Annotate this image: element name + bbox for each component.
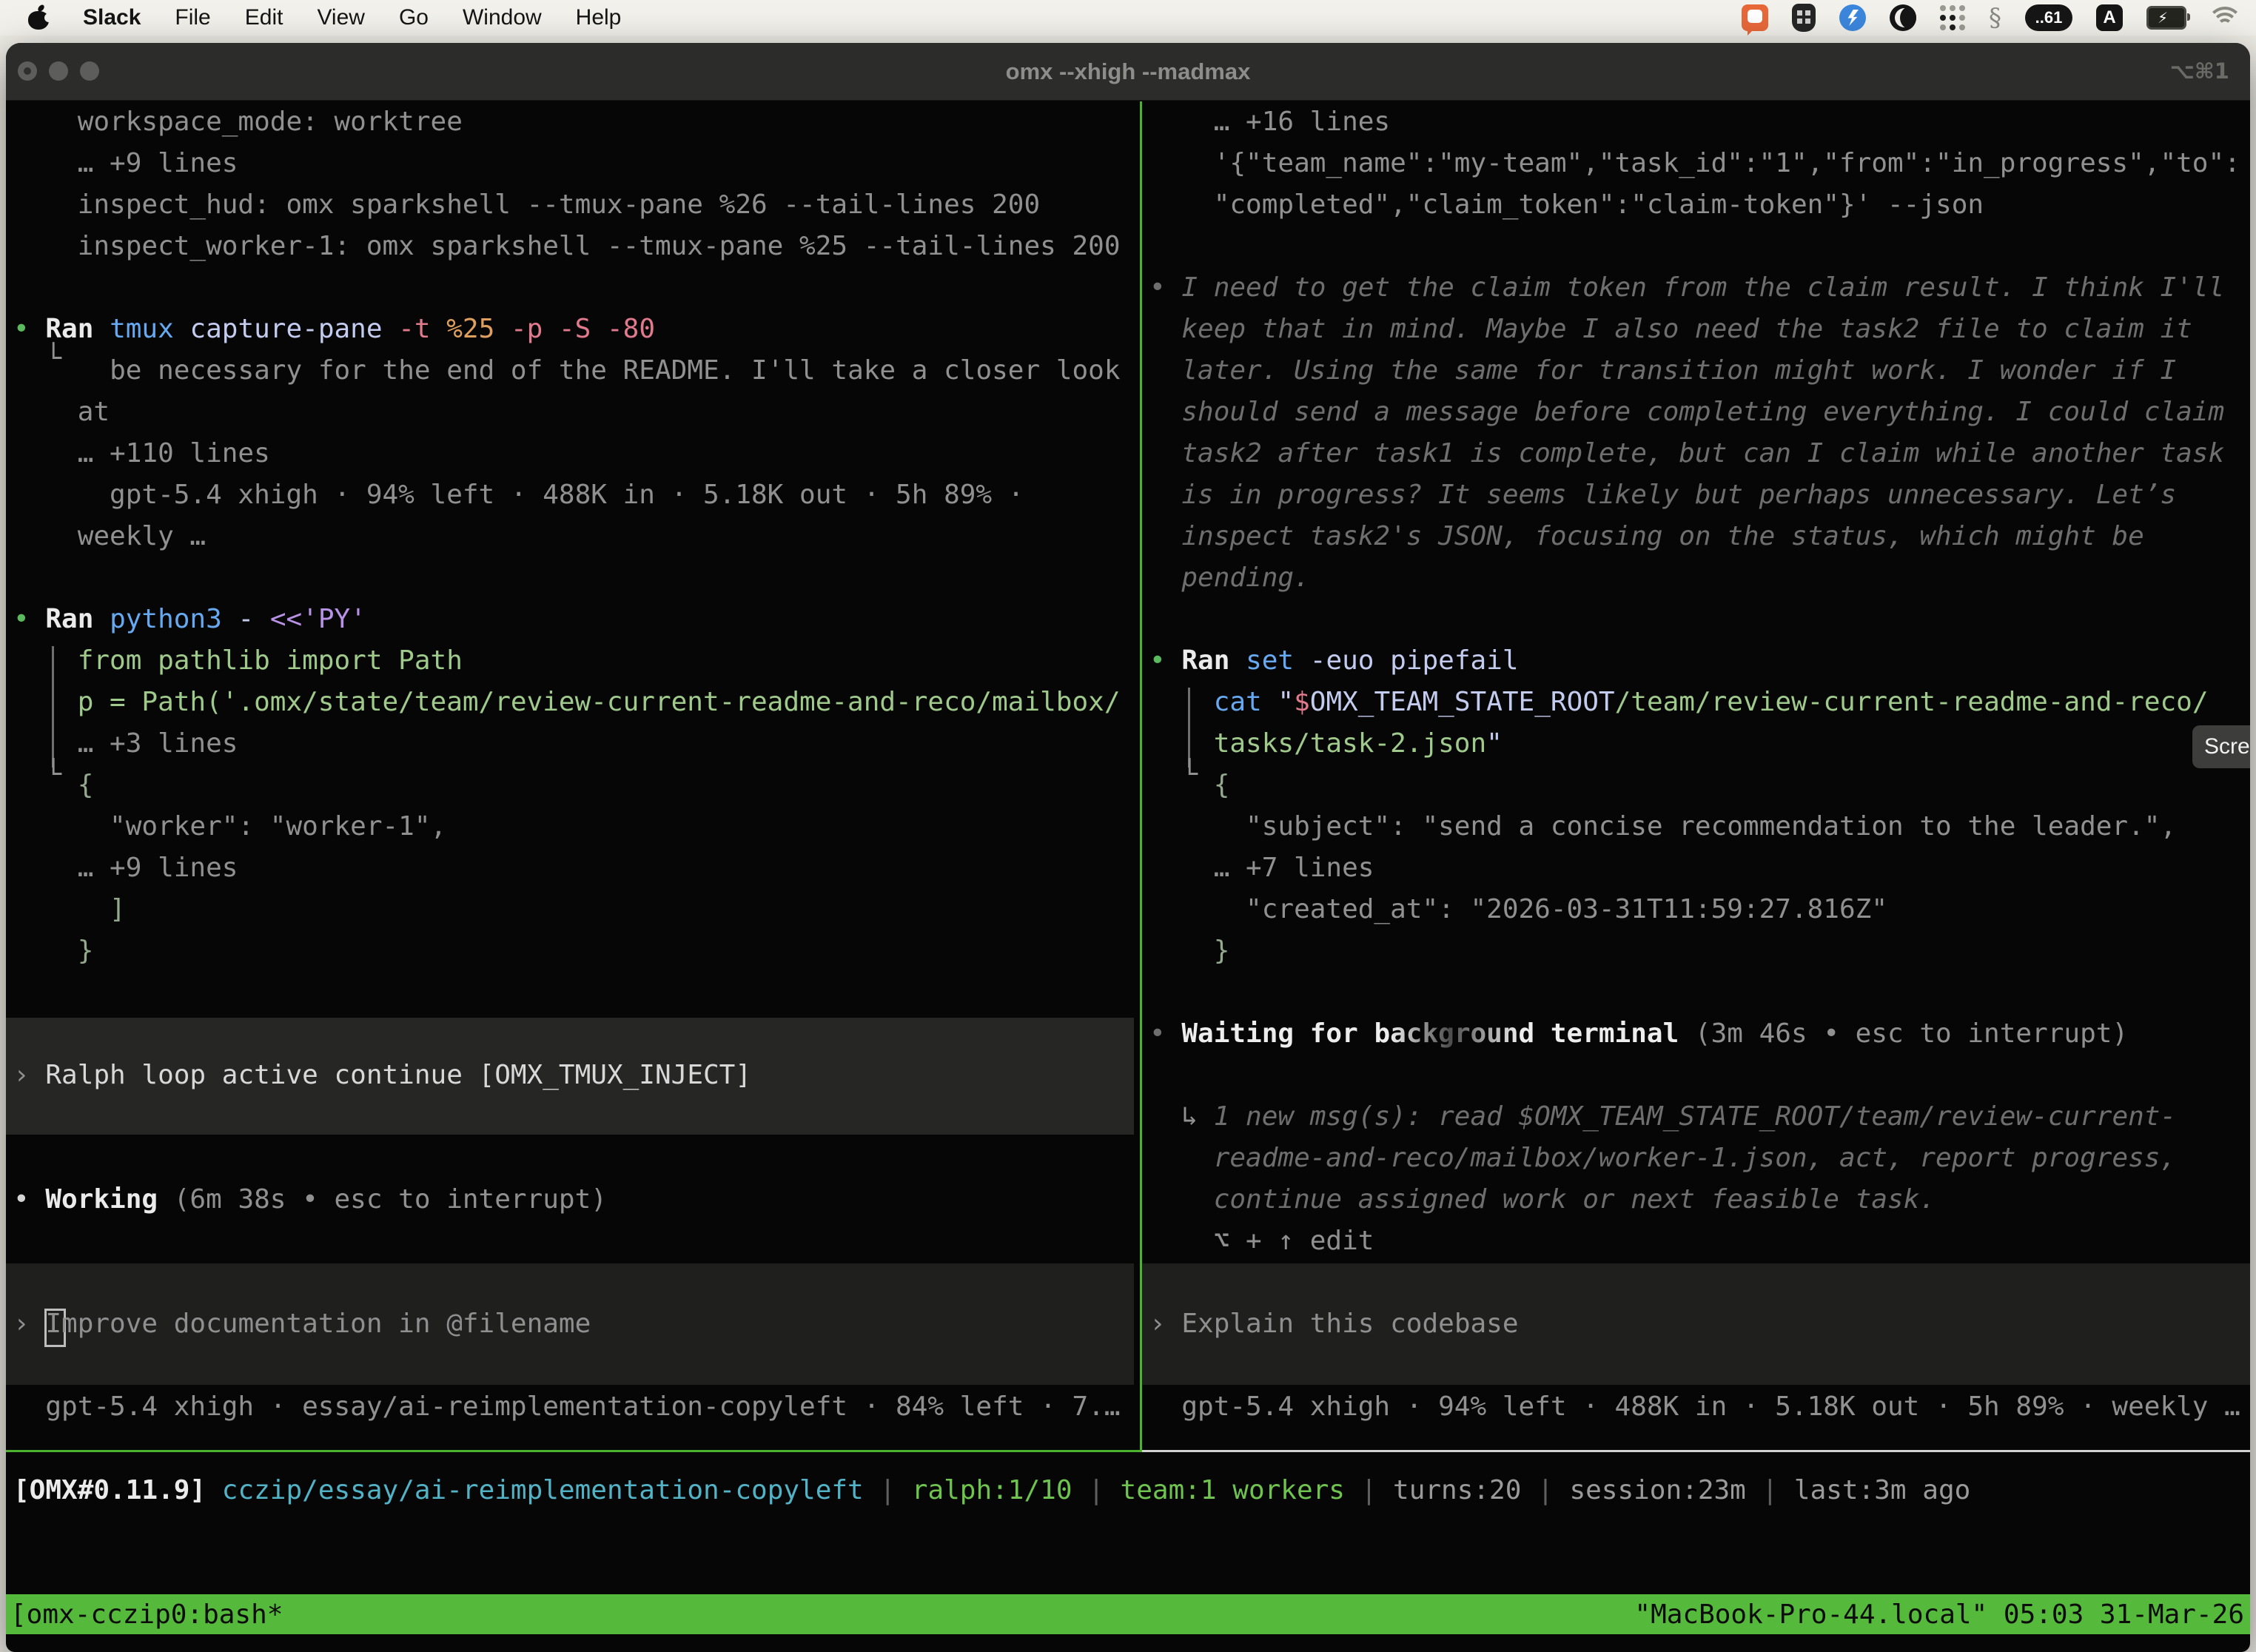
terminal-line: gpt-5.4 xhigh · essay/ai-reimplementatio…: [13, 1386, 1121, 1428]
terminal-line: ]: [13, 889, 126, 930]
battery-charging-icon[interactable]: ⚡: [2146, 6, 2186, 30]
tmux-host-clock: "MacBook-Pro-44.local" 05:03 31-Mar-26: [1634, 1599, 2250, 1630]
window-titlebar[interactable]: omx --xhigh --madmax ⌥⌘1: [6, 43, 2250, 101]
terminal-line: }: [13, 930, 93, 972]
terminal-line: ⌥ + ↑ edit: [1149, 1220, 1374, 1262]
terminal-line: … +7 lines: [1149, 847, 1374, 889]
terminal-window: omx --xhigh --madmax ⌥⌘1 workspace_mode:…: [6, 43, 2250, 1652]
terminal-line: workspace_mode: worktree: [13, 101, 463, 143]
terminal-line: • Waiting for background terminal (3m 46…: [1149, 1013, 2128, 1055]
chat-app-icon[interactable]: [1742, 4, 1768, 31]
omx-status-line: [OMX#0.11.9] cczip/essay/ai-reimplementa…: [6, 1470, 2250, 1511]
terminal-line: • Ran python3 - <<'PY': [13, 599, 366, 640]
crescent-app-icon[interactable]: [1890, 4, 1916, 31]
terminal-line: '{"team_name":"my-team","task_id":"1","f…: [1149, 143, 2240, 184]
wifi-icon[interactable]: [2210, 7, 2240, 29]
terminal-line: "created_at": "2026-03-31T11:59:27.816Z": [1149, 889, 1887, 930]
tmux-pane-divider[interactable]: [1140, 101, 1142, 1452]
terminal-line: "completed","claim_token":"claim-token"}…: [1149, 184, 1984, 226]
terminal-line: "worker": "worker-1",: [13, 806, 446, 847]
terminal-line: ↳ 1 new msg(s): read $OMX_TEAM_STATE_ROO…: [1149, 1096, 2176, 1138]
terminal-line: inspect_worker-1: omx sparkshell --tmux-…: [13, 226, 1121, 267]
terminal-line: inspect task2's JSON, focusing on the st…: [1149, 516, 2144, 557]
terminal-line: … +3 lines: [13, 723, 238, 765]
terminal-line: "subject": "send a concise recommendatio…: [1149, 806, 2176, 847]
terminal-line: task2 after task1 is complete, but can I…: [1149, 433, 2224, 474]
terminal-line: › Improve documentation in @filename: [13, 1303, 591, 1345]
count-badge[interactable]: ..61: [2025, 4, 2072, 31]
a-badge-icon[interactable]: A: [2096, 4, 2123, 31]
terminal-line: p = Path('.omx/state/team/review-current…: [13, 682, 1121, 723]
apple-menu-icon[interactable]: [28, 6, 49, 30]
menu-window[interactable]: Window: [463, 5, 542, 30]
screen-tooltip: Scre: [2192, 725, 2250, 768]
menu-app-name[interactable]: Slack: [83, 5, 141, 30]
terminal-line: • Ran tmux capture-pane -t %25 -p -S -80: [13, 309, 655, 350]
terminal-line: … +16 lines: [1149, 101, 1390, 143]
terminal-line: gpt-5.4 xhigh · 94% left · 488K in · 5.1…: [13, 474, 1024, 516]
menu-file[interactable]: File: [175, 5, 210, 30]
terminal-line: continue assigned work or next feasible …: [1149, 1179, 1936, 1220]
terminal-line: └ {: [13, 765, 93, 806]
shield-grid-icon[interactable]: [1792, 4, 1816, 32]
blue-badge-icon[interactable]: [1839, 4, 1866, 31]
terminal-line: }: [1149, 930, 1229, 972]
window-shortcut-badge: ⌥⌘1: [2169, 43, 2229, 100]
terminal-line: from pathlib import Path: [13, 640, 463, 682]
left-pane-border: [6, 1450, 1140, 1452]
terminal-line: readme-and-reco/mailbox/worker-1.json, a…: [1149, 1138, 2176, 1179]
terminal-line: › Explain this codebase: [1149, 1303, 1519, 1345]
terminal-line: └ be necessary for the end of the README…: [13, 350, 1121, 392]
terminal-line: • I need to get the claim token from the…: [1149, 267, 2224, 309]
terminal-line: gpt-5.4 xhigh · 94% left · 488K in · 5.1…: [1149, 1386, 2240, 1428]
desktop: { "palette":{ "green_tmux":"#55b93b", "g…: [0, 0, 2256, 1652]
terminal-line: weekly …: [13, 516, 206, 557]
squiggle-icon[interactable]: §: [1989, 3, 2001, 33]
terminal-line: … +9 lines: [13, 143, 238, 184]
terminal-line: [OMX#0.11.9] cczip/essay/ai-reimplementa…: [13, 1470, 1970, 1511]
menu-help[interactable]: Help: [576, 5, 622, 30]
right-terminal-pane[interactable]: … +16 lines '{"team_name":"my-team","tas…: [1142, 101, 2250, 1450]
terminal-line: • Ran set -euo pipefail: [1149, 640, 1519, 682]
menu-bar: Slack File Edit View Go Window Help § ..…: [0, 0, 2256, 36]
terminal-line: tasks/task-2.json": [1149, 723, 1503, 765]
terminal-line: is in progress? It seems likely but perh…: [1149, 474, 2176, 516]
window-title: omx --xhigh --madmax: [6, 43, 2250, 100]
dots-grid-icon[interactable]: [1940, 5, 1965, 30]
terminal-line: keep that in mind. Maybe I also need the…: [1149, 309, 2192, 350]
terminal-line: should send a message before completing …: [1149, 392, 2224, 433]
menu-view[interactable]: View: [317, 5, 364, 30]
terminal-line: › Ralph loop active continue [OMX_TMUX_I…: [13, 1055, 751, 1096]
terminal-line: … +110 lines: [13, 433, 270, 474]
terminal-line: at: [13, 392, 110, 433]
menu-go[interactable]: Go: [399, 5, 429, 30]
tmux-status-bar: [omx-cczip0:bash* "MacBook-Pro-44.local"…: [6, 1594, 2250, 1634]
left-terminal-pane[interactable]: workspace_mode: worktree … +9 lines insp…: [6, 101, 1140, 1450]
tmux-session-name[interactable]: [omx-cczip0:bash*: [6, 1599, 283, 1630]
terminal-line: later. Using the same for transition mig…: [1149, 350, 2176, 392]
terminal-line: … +9 lines: [13, 847, 238, 889]
terminal-line: cat "$OMX_TEAM_STATE_ROOT/team/review-cu…: [1149, 682, 2209, 723]
right-pane-border: [1142, 1450, 2250, 1452]
terminal-line: pending.: [1149, 557, 1310, 599]
terminal-line: inspect_hud: omx sparkshell --tmux-pane …: [13, 184, 1040, 226]
menu-edit[interactable]: Edit: [245, 5, 283, 30]
terminal-line: • Working (6m 38s • esc to interrupt): [13, 1179, 607, 1220]
terminal-line: └ {: [1149, 765, 1229, 806]
